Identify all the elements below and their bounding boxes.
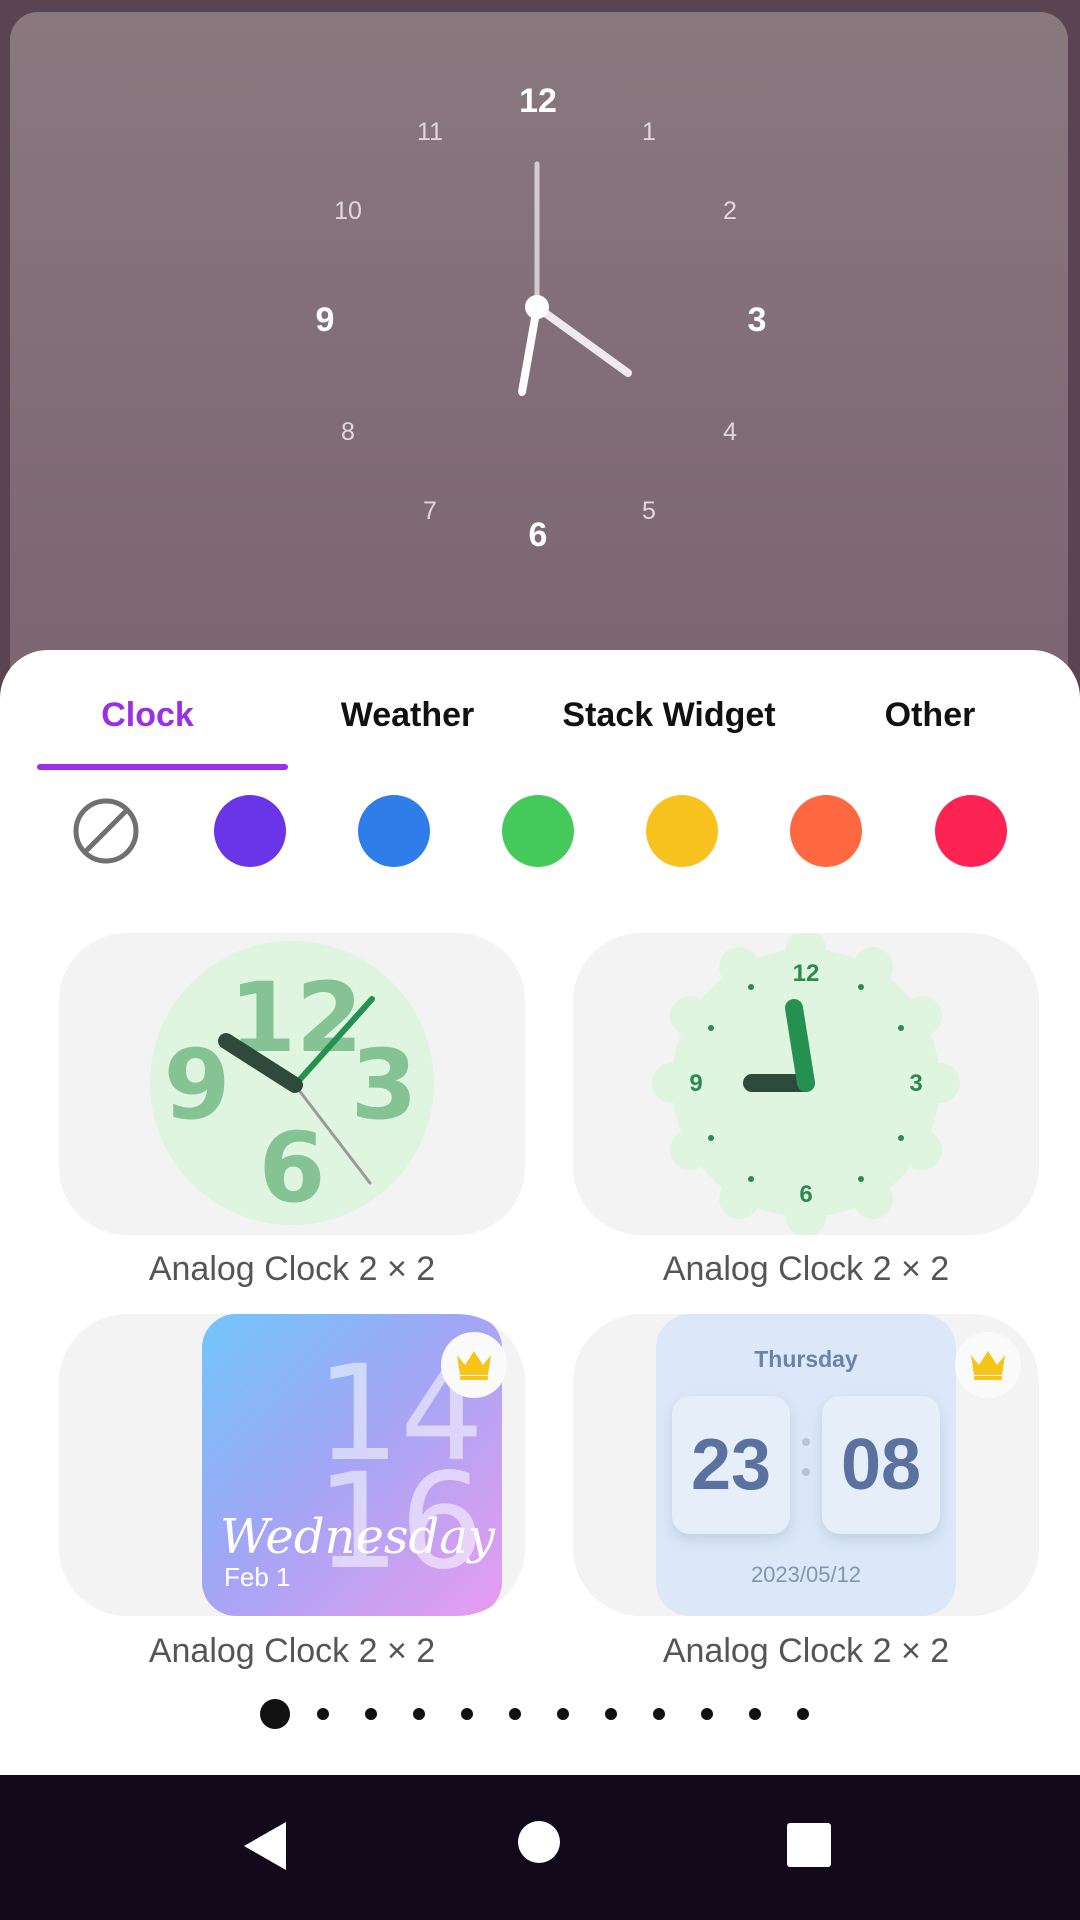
recents-button[interactable]	[786, 1822, 832, 1873]
widget-picker-sheet: Clock Weather Stack Widget Other 12 3 6 …	[0, 650, 1080, 1775]
active-tab-indicator	[37, 764, 288, 770]
crown-icon	[971, 1351, 1005, 1380]
category-tabs: Clock Weather Stack Widget Other	[0, 650, 1080, 770]
preview-minute-hand	[533, 303, 632, 377]
no-color-swatch[interactable]	[70, 795, 142, 867]
svg-text:12: 12	[793, 960, 820, 987]
color-swatches	[0, 795, 1080, 875]
flip-colon	[800, 1438, 812, 1498]
svg-text:6: 6	[799, 1181, 812, 1208]
tab-weather[interactable]: Weather	[300, 690, 515, 740]
preview-number-9: 9	[316, 301, 335, 339]
page-dot[interactable]	[509, 1708, 521, 1720]
date-label: Feb 1	[224, 1562, 291, 1592]
widget-label: Analog Clock 2 × 2	[662, 1632, 950, 1670]
color-swatch-yellow[interactable]	[646, 795, 718, 867]
date-label: 2023/05/12	[750, 1562, 862, 1587]
tab-stack-widget[interactable]: Stack Widget	[539, 690, 799, 740]
page-dot-active[interactable]	[260, 1699, 290, 1729]
page-dot[interactable]	[461, 1708, 473, 1720]
page-dot[interactable]	[701, 1708, 713, 1720]
svg-text:9: 9	[689, 1070, 702, 1097]
system-navigation-bar	[0, 1775, 1080, 1920]
weekday-label: Thursday	[754, 1346, 858, 1372]
preview-center-pin	[525, 295, 549, 319]
page-dot[interactable]	[797, 1708, 809, 1720]
color-swatch-purple[interactable]	[214, 795, 286, 867]
page-dot[interactable]	[317, 1708, 329, 1720]
svg-text:3: 3	[909, 1070, 922, 1097]
widget-card-flip-clock[interactable]: Thursday 23 08 2023/05/12	[573, 1314, 1039, 1616]
preview-number-6: 6	[529, 516, 548, 554]
preview-number-5: 5	[642, 497, 656, 525]
flip-hour-tile: 23	[672, 1396, 790, 1534]
premium-badge	[955, 1332, 1021, 1398]
none-icon	[73, 798, 139, 864]
premium-badge	[441, 1332, 507, 1398]
color-swatch-green[interactable]	[502, 795, 574, 867]
preview-number-11: 11	[417, 118, 443, 146]
page-dot[interactable]	[413, 1708, 425, 1720]
preview-number-2: 2	[723, 197, 737, 225]
page-dot[interactable]	[365, 1708, 377, 1720]
widget-label: Analog Clock 2 × 2	[662, 1250, 950, 1288]
tab-other[interactable]: Other	[840, 690, 1020, 740]
back-icon	[244, 1822, 286, 1870]
flip-clock-preview: Thursday 23 08 2023/05/12	[656, 1314, 956, 1616]
page-dot[interactable]	[605, 1708, 617, 1720]
preview-hour-hand	[518, 303, 541, 396]
crown-icon	[457, 1351, 491, 1380]
clock-preview: 12 1 2 3 4 5 6 7 8 9 10 11	[10, 12, 1068, 712]
flip-minute-tile: 08	[822, 1396, 940, 1534]
home-button[interactable]	[517, 1820, 561, 1869]
preview-number-1: 1	[642, 118, 656, 146]
page-dot[interactable]	[557, 1708, 569, 1720]
preview-number-4: 4	[723, 418, 737, 446]
widget-label: Analog Clock 2 × 2	[148, 1632, 436, 1670]
color-swatch-blue[interactable]	[358, 795, 430, 867]
home-icon	[518, 1821, 560, 1863]
analog-clock-icon: 12 3 6 9	[150, 941, 434, 1225]
color-swatch-red[interactable]	[935, 795, 1007, 867]
preview-number-8: 8	[341, 418, 355, 446]
preview-number-10: 10	[334, 197, 362, 225]
svg-text:3: 3	[351, 1029, 418, 1141]
page-dot[interactable]	[749, 1708, 761, 1720]
preview-number-3: 3	[748, 301, 767, 339]
preview-number-7: 7	[423, 497, 437, 525]
weekday-label: Wednesday	[220, 1509, 495, 1565]
widget-label: Analog Clock 2 × 2	[148, 1250, 436, 1288]
preview-number-12: 12	[519, 82, 557, 120]
widget-card-gradient-clock[interactable]: 14 16 Wednesday Feb 1	[59, 1314, 525, 1616]
back-button[interactable]	[240, 1820, 290, 1877]
recents-icon	[787, 1823, 831, 1867]
color-swatch-orange[interactable]	[790, 795, 862, 867]
svg-text:6: 6	[259, 1112, 326, 1224]
page-dot[interactable]	[653, 1708, 665, 1720]
analog-clock-icon: 12 3 6 9	[652, 933, 960, 1235]
tab-clock[interactable]: Clock	[40, 690, 255, 740]
widget-card-analog-green-bold[interactable]: 12 3 6 9	[59, 933, 525, 1235]
page-indicator	[0, 1699, 1080, 1738]
widget-card-analog-scalloped[interactable]: 12 3 6 9	[573, 933, 1039, 1235]
preview-clock-face: 12 1 2 3 4 5 6 7 8 9 10 11	[316, 82, 767, 554]
